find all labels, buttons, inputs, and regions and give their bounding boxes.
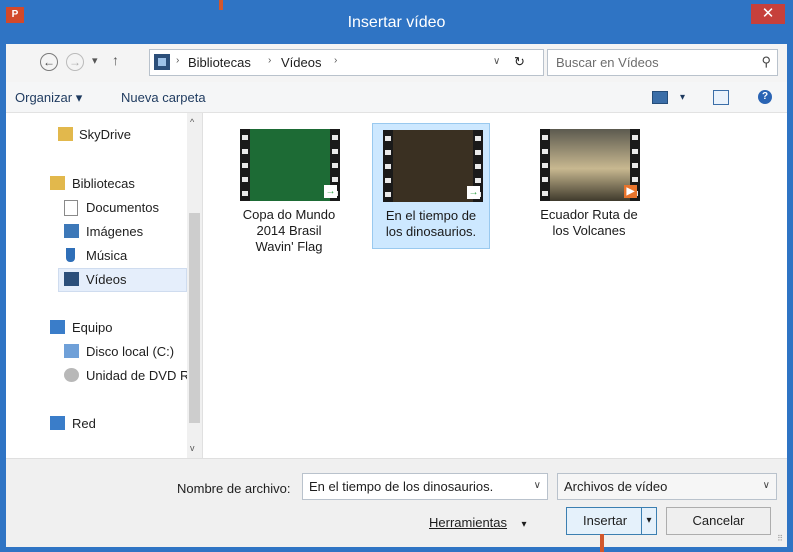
file-name-line: En el tiempo de	[385, 208, 477, 223]
insert-label: Insertar	[583, 513, 628, 528]
window-title: Insertar vídeo	[347, 14, 446, 31]
back-icon[interactable]: ←	[40, 53, 58, 71]
organize-button[interactable]: Organizar ▾	[15, 90, 82, 106]
sidebar-scrollbar[interactable]: ^ v	[187, 113, 202, 458]
breadcrumb-videos[interactable]: Vídeos	[281, 55, 321, 70]
pictures-icon	[64, 224, 79, 238]
recent-locations-icon[interactable]: ▾	[92, 54, 98, 67]
address-bar[interactable]: › Bibliotecas › Vídeos › ∨ ↻	[149, 49, 544, 76]
dialog-window: P Insertar vídeo ✕ ← → ▾ ↑ › Bibliotecas…	[0, 0, 793, 552]
command-bar: Organizar ▾ Nueva carpeta ▾ ?	[6, 82, 787, 113]
new-folder-button[interactable]: Nueva carpeta	[121, 90, 206, 105]
navigation-pane: SkyDrive Bibliotecas Documentos Imágenes…	[6, 113, 203, 458]
insert-options-icon[interactable]: ▾	[641, 508, 656, 534]
music-icon	[66, 248, 75, 262]
filename-value: En el tiempo de los dinosaurios.	[309, 479, 494, 494]
video-thumbnail: ▶	[540, 129, 640, 201]
library-icon	[50, 176, 65, 190]
filename-input[interactable]: En el tiempo de los dinosaurios. ∨	[302, 473, 548, 500]
computer-icon	[50, 320, 65, 334]
video-thumbnail: →	[240, 129, 340, 201]
forward-icon[interactable]: →	[66, 53, 84, 71]
cancel-button[interactable]: Cancelar	[666, 507, 771, 535]
sidebar-item-label: SkyDrive	[79, 127, 132, 142]
file-name: En el tiempo de los dinosaurios.	[373, 208, 489, 240]
file-name-line: los Volcanes	[552, 223, 626, 238]
shortcut-arrow-icon: →	[467, 186, 480, 199]
file-name-line: los dinosaurios.	[385, 224, 477, 239]
folder-icon	[58, 127, 73, 141]
filename-label: Nombre de archivo:	[177, 481, 291, 496]
breadcrumb-separator: ›	[334, 55, 338, 66]
sidebar-item-label: Bibliotecas	[72, 176, 135, 191]
file-name-line: Ecuador Ruta de	[540, 207, 638, 222]
title-bar: P Insertar vídeo ✕	[0, 0, 793, 44]
tools-label: Herramientas	[429, 515, 508, 530]
videos-icon	[64, 272, 79, 286]
sidebar-item-label: Red	[72, 416, 96, 431]
bottom-panel: Nombre de archivo: En el tiempo de los d…	[6, 458, 787, 547]
video-thumbnail: →	[383, 130, 483, 202]
scroll-down-icon[interactable]: v	[190, 443, 195, 453]
preview-pane-icon[interactable]	[713, 90, 729, 105]
sidebar-item-label: Vídeos	[86, 272, 127, 287]
scroll-up-icon[interactable]: ^	[190, 117, 194, 127]
breadcrumb-bibliotecas[interactable]: Bibliotecas	[188, 55, 251, 70]
media-play-icon: ▶	[624, 185, 637, 198]
sidebar-item-label: Disco local (C:)	[86, 344, 175, 359]
sidebar-item-videos[interactable]: Vídeos	[58, 268, 187, 292]
address-dropdown-icon[interactable]: ∨	[493, 56, 500, 67]
sidebar-item-label: Música	[86, 248, 128, 263]
view-options-icon[interactable]: ▾	[680, 92, 685, 103]
search-placeholder: Buscar en Vídeos	[556, 55, 659, 70]
up-icon[interactable]: ↑	[112, 52, 119, 68]
network-icon	[50, 416, 65, 430]
callout-marker	[600, 534, 604, 552]
resize-grip-icon[interactable]: ⠿	[777, 534, 783, 543]
search-icon[interactable]: ⚲	[761, 54, 771, 70]
breadcrumb-separator: ›	[268, 55, 272, 66]
file-item-dinosaurios[interactable]: → En el tiempo de los dinosaurios.	[372, 123, 490, 249]
tools-button[interactable]: Herramientas ▾	[429, 515, 527, 530]
chevron-down-icon[interactable]: ∨	[763, 480, 770, 491]
file-item-ecuador[interactable]: ▶ Ecuador Ruta de los Volcanes	[530, 123, 648, 249]
scrollbar-thumb[interactable]	[189, 213, 200, 423]
file-name-line: Wavin' Flag	[255, 239, 323, 254]
filetype-value: Archivos de vídeo	[564, 479, 668, 494]
file-name: Copa do Mundo 2014 Brasil Wavin' Flag	[230, 207, 348, 255]
file-name-line: Copa do Mundo	[242, 207, 336, 222]
sidebar-item-label: Documentos	[86, 200, 159, 215]
document-icon	[64, 200, 78, 216]
dvd-drive-icon	[64, 368, 79, 382]
change-view-icon[interactable]	[652, 91, 668, 104]
file-name: Ecuador Ruta de los Volcanes	[530, 207, 648, 239]
drive-icon	[64, 344, 79, 358]
chevron-down-icon[interactable]: ∨	[534, 480, 541, 491]
video-library-icon	[154, 54, 170, 70]
sidebar-item-label: Unidad de DVD R	[86, 368, 190, 383]
chevron-down-icon: ▾	[521, 519, 527, 530]
navigation-bar: ← → ▾ ↑ › Bibliotecas › Vídeos › ∨ ↻ Bus…	[6, 44, 787, 82]
file-item-copa-do-mundo[interactable]: → Copa do Mundo 2014 Brasil Wavin' Flag	[230, 123, 348, 254]
insert-button[interactable]: Insertar ▾	[566, 507, 657, 535]
shortcut-arrow-icon: →	[324, 185, 337, 198]
file-name-line: 2014 Brasil	[256, 223, 322, 238]
sidebar-item-label: Imágenes	[86, 224, 144, 239]
search-box[interactable]: Buscar en Vídeos ⚲	[547, 49, 778, 76]
dialog-body: ← → ▾ ↑ › Bibliotecas › Vídeos › ∨ ↻ Bus…	[6, 44, 787, 547]
sidebar-item-label: Equipo	[72, 320, 113, 335]
help-icon[interactable]: ?	[758, 90, 772, 104]
refresh-icon[interactable]: ↻	[514, 54, 525, 70]
filetype-select[interactable]: Archivos de vídeo ∨	[557, 473, 777, 500]
callout-marker	[219, 0, 223, 10]
breadcrumb-separator: ›	[176, 55, 180, 66]
close-button[interactable]: ✕	[751, 4, 785, 24]
file-list: → Copa do Mundo 2014 Brasil Wavin' Flag	[203, 113, 787, 458]
